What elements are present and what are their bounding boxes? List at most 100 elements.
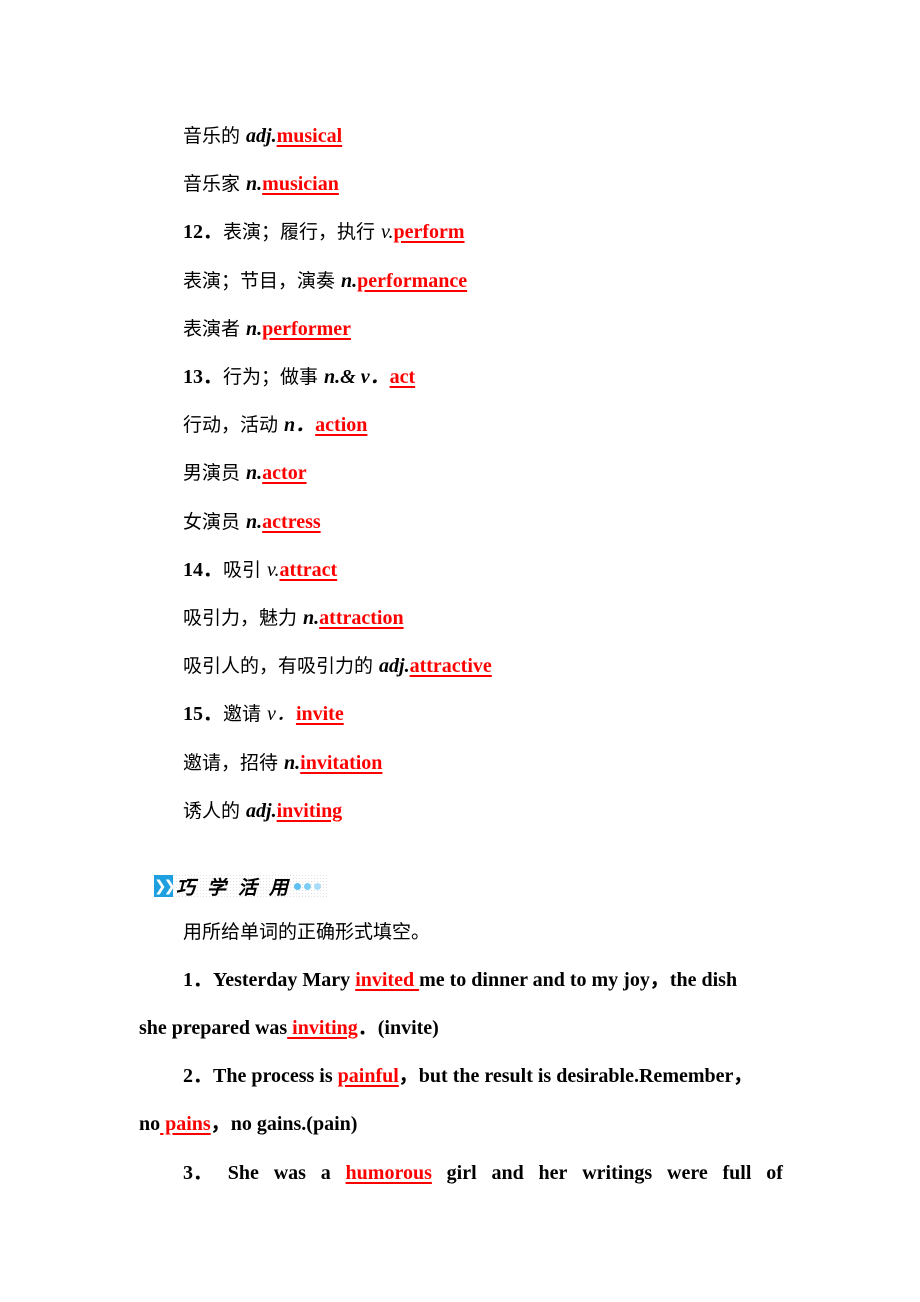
part-of-speech: n. <box>246 510 263 533</box>
part-of-speech: n. <box>303 607 320 629</box>
exercise-word: She <box>227 1162 259 1184</box>
answer-word: attraction <box>319 607 404 629</box>
answer-blank: painful <box>337 1065 399 1087</box>
part-of-speech: n. <box>246 462 263 485</box>
part-of-speech: v. <box>267 558 280 581</box>
vocab-line: 音乐家 n.musician <box>183 172 339 196</box>
item-number: 15． <box>183 703 223 726</box>
answer-word: actress <box>262 510 321 533</box>
part-of-speech: n． <box>284 414 316 437</box>
chinese-meaning: 吸引力，魅力 <box>183 607 304 629</box>
exercise-text: no <box>139 1113 161 1135</box>
exercise-word: full <box>722 1162 752 1184</box>
item-number: 14． <box>183 558 223 581</box>
part-of-speech: adj. <box>246 125 277 147</box>
section-header: ❯❯ 巧学活用 <box>153 874 328 899</box>
dots-decoration <box>294 882 322 890</box>
answer-word: performance <box>357 269 468 292</box>
chinese-meaning: 邀请，招待 <box>183 751 285 774</box>
item-number: 13． <box>183 366 223 388</box>
vocab-line: 邀请，招待 n.invitation <box>183 751 382 775</box>
exercise-word: a <box>320 1162 331 1184</box>
part-of-speech: n. <box>246 173 263 196</box>
chinese-meaning: 表演；履行，执行 <box>223 221 382 244</box>
chinese-meaning: 行为；做事 <box>223 366 325 388</box>
dot-icon <box>294 882 302 890</box>
exercise-word: were <box>667 1162 708 1184</box>
exercise-word: of <box>766 1162 783 1184</box>
vocab-line: 12．表演；履行，执行 v.perform <box>183 220 465 244</box>
chinese-meaning: 表演；节目，演奏 <box>183 269 342 292</box>
answer-word: performer <box>262 317 351 340</box>
vocab-line: 14．吸引 v.attract <box>183 558 337 582</box>
exercise-word: her <box>538 1162 568 1184</box>
exercise-3-line-1: 3． She was a humorous girl and her writings were f… <box>183 1161 783 1185</box>
exercise-text: she prepared was <box>139 1017 288 1039</box>
vocab-line: 诱人的 adj.inviting <box>183 799 342 823</box>
answer-word: invitation <box>300 751 383 774</box>
answer-word: invite <box>295 703 344 726</box>
exercise-text: ，but the result is desirable.Remember， <box>398 1065 754 1087</box>
exercise-2-line-1: 2．The process is painful，but the result … <box>183 1064 753 1088</box>
exercise-word: girl <box>446 1162 477 1184</box>
chinese-meaning: 表演者 <box>183 317 247 340</box>
vocab-line: 吸引力，魅力 n.attraction <box>183 606 404 630</box>
answer-blank: humorous <box>345 1162 432 1184</box>
chinese-meaning: 女演员 <box>183 510 247 533</box>
answer-word: inviting <box>276 799 343 822</box>
exercise-word: was <box>273 1162 306 1184</box>
exercise-text: ．(invite) <box>357 1017 439 1039</box>
exercise-1-line-1: 1．Yesterday Mary invited me to dinner an… <box>183 968 737 992</box>
vocab-line: 13．行为；做事 n.& v．act <box>183 365 415 389</box>
exercise-text: 2．The process is <box>183 1065 338 1087</box>
part-of-speech: n. <box>246 317 263 340</box>
exercise-word: 3． <box>183 1162 213 1184</box>
part-of-speech: v． <box>267 703 296 726</box>
vocab-line: 表演；节目，演奏 n.performance <box>183 269 467 293</box>
chinese-meaning: 吸引人的，有吸引力的 <box>183 655 380 678</box>
exercise-2-line-2: no pains，no gains.(pain) <box>139 1112 357 1136</box>
answer-blank: invited <box>355 969 420 991</box>
instruction: 用所给单词的正确形式填空。 <box>183 921 431 943</box>
part-of-speech: n.& v． <box>324 366 390 388</box>
answer-word: attract <box>279 558 338 581</box>
part-of-speech: v. <box>381 221 394 244</box>
answer-blank: pains <box>160 1113 211 1135</box>
chinese-meaning: 男演员 <box>183 462 247 485</box>
exercise-text: me to dinner and to my joy，the dish <box>419 969 738 991</box>
chinese-meaning: 吸引 <box>223 558 268 581</box>
exercise-text: ，no gains.(pain) <box>210 1113 358 1135</box>
chinese-meaning: 音乐家 <box>183 173 247 196</box>
chinese-meaning: 邀请 <box>223 703 268 726</box>
section-title: 巧学活用 <box>176 876 301 899</box>
dot-icon <box>314 882 322 890</box>
answer-word: actor <box>262 462 307 485</box>
exercise-word: and <box>491 1162 524 1184</box>
vocab-line: 表演者 n.performer <box>183 317 351 341</box>
chinese-meaning: 诱人的 <box>183 799 247 822</box>
answer-word: attractive <box>409 655 492 678</box>
exercise-text: 1．Yesterday Mary <box>183 969 356 991</box>
part-of-speech: n. <box>284 751 301 774</box>
vocab-line: 女演员 n.actress <box>183 510 321 534</box>
chinese-meaning: 音乐的 <box>183 125 247 147</box>
chinese-meaning: 行动，活动 <box>183 414 285 437</box>
item-number: 12． <box>183 221 223 244</box>
vocab-line: 吸引人的，有吸引力的 adj.attractive <box>183 654 492 678</box>
exercise-word: writings <box>582 1162 653 1184</box>
answer-word: perform <box>393 221 465 244</box>
answer-blank: inviting <box>287 1017 358 1039</box>
answer-word: musician <box>262 173 339 196</box>
double-chevron-icon: ❯❯ <box>153 875 176 897</box>
answer-word: action <box>315 414 368 437</box>
vocab-line: 男演员 n.actor <box>183 461 307 485</box>
exercise-1-line-2: she prepared was inviting．(invite) <box>139 1016 439 1040</box>
answer-word: musical <box>276 125 343 147</box>
part-of-speech: n. <box>341 269 358 292</box>
vocab-line: 15．邀请 v．invite <box>183 702 344 726</box>
part-of-speech: adj. <box>379 655 410 678</box>
vocab-line: 音乐的 adj.musical <box>183 124 342 148</box>
dot-icon <box>304 882 312 890</box>
part-of-speech: adj. <box>246 799 277 822</box>
answer-word: act <box>389 366 416 388</box>
